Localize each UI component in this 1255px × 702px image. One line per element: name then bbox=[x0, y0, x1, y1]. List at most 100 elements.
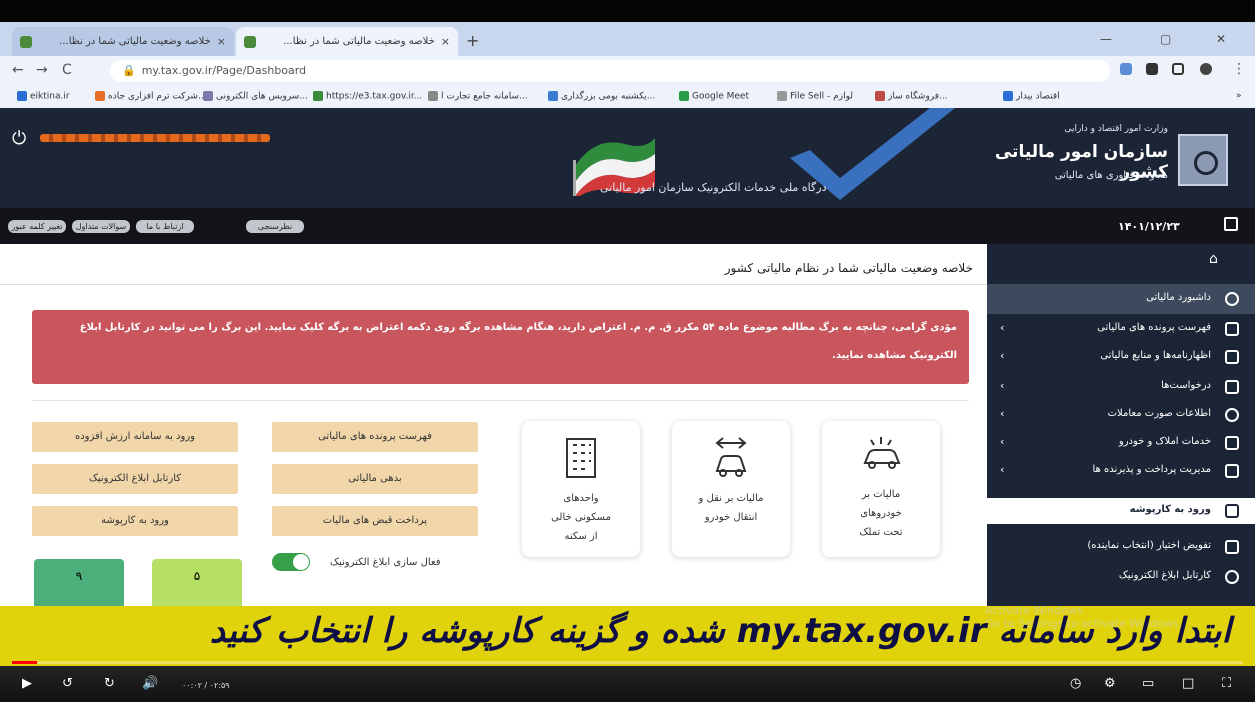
fullscreen-icon[interactable]: ⛶ bbox=[1222, 676, 1231, 691]
faq-button[interactable]: سوالات متداول bbox=[72, 220, 130, 233]
sidebar-item-transactions[interactable]: اطلاعات صورت معاملات ‹ bbox=[987, 400, 1255, 430]
sidebar-item-dashboard[interactable]: داشبورد مالیاتی bbox=[987, 284, 1255, 314]
pay-tax-bills-button[interactable]: پرداخت قبض های مالیات bbox=[272, 506, 478, 536]
site-header: ⏻ درگاه ملی خدمات الکترونیک سازمان امور … bbox=[0, 108, 1255, 208]
sidebar-item-label: فهرست پرونده های مالیاتی bbox=[1097, 322, 1211, 333]
bookmarks-overflow-icon[interactable]: » bbox=[1236, 91, 1242, 101]
sidebar-item-label: داشبورد مالیاتی bbox=[1146, 292, 1211, 303]
rewind-icon[interactable]: ↺ bbox=[62, 676, 73, 691]
sidebar-item-requests[interactable]: درخواست‌ها ‹ bbox=[987, 372, 1255, 402]
stat-box[interactable]: ۵ bbox=[152, 559, 242, 609]
bookmark-item[interactable]: اقتصاد بیدار bbox=[1000, 91, 1060, 102]
car-ownership-icon bbox=[863, 437, 901, 469]
tax-files-list-button[interactable]: فهرست پرونده های مالیاتی bbox=[272, 422, 478, 452]
playback-time: ۰۰:۰۲ / ۰۲:۵۹ bbox=[182, 681, 230, 690]
new-tab-button[interactable]: + bbox=[466, 31, 479, 50]
building-icon bbox=[566, 438, 596, 478]
back-icon[interactable]: ← bbox=[12, 62, 24, 78]
reload-icon[interactable]: C bbox=[62, 62, 72, 78]
sidebar-item-kartpooshe[interactable]: ورود به کارپوشه bbox=[987, 498, 1255, 524]
badge-icon bbox=[1225, 408, 1239, 422]
tab-favicon-icon bbox=[20, 35, 32, 48]
sidebar-item-label: مدیریت پرداخت و پذیرنده ها bbox=[1092, 464, 1211, 475]
card-label-line: مالیات بر نقل و bbox=[698, 493, 764, 504]
bookmark-item[interactable]: شرکت ترم افزاری جاده... bbox=[92, 91, 207, 102]
stat-box[interactable]: ۹ bbox=[34, 559, 124, 609]
contact-us-button[interactable]: ارتباط با ما bbox=[136, 220, 194, 233]
card-label-line: مالیات بر bbox=[861, 489, 901, 500]
profile-avatar[interactable] bbox=[1200, 63, 1212, 75]
chevron-left-icon: ‹ bbox=[1000, 349, 1005, 362]
card-label-line: واحدهای bbox=[563, 493, 599, 504]
enter-kartpooshe-button[interactable]: ورود به کارپوشه bbox=[32, 506, 238, 536]
settings-icon[interactable]: ⚙ bbox=[1104, 676, 1116, 691]
alert-message: مؤدی گرامی، چنانچه به برگ مطالبه موضوع م… bbox=[32, 310, 969, 384]
sidebar-item-declarations[interactable]: اظهارنامه‌ها و منابع مالیاتی ‹ bbox=[987, 342, 1255, 372]
video-progress-bar[interactable] bbox=[12, 661, 1243, 664]
page-title: خلاصه وضعیت مالیاتی شما در نظام مالیاتی … bbox=[724, 261, 973, 275]
volume-icon[interactable]: 🔊 bbox=[142, 676, 158, 691]
survey-button[interactable]: نظرسنجی bbox=[246, 220, 304, 233]
speed-icon[interactable]: ◷ bbox=[1070, 676, 1081, 691]
sidebar-item-label: اطلاعات صورت معاملات bbox=[1107, 408, 1211, 419]
address-bar[interactable]: 🔒 my.tax.gov.ir/Page/Dashboard bbox=[110, 60, 1110, 82]
chevron-left-icon: ‹ bbox=[1000, 321, 1005, 334]
card-label-line: خودروهای bbox=[860, 508, 902, 519]
tab-close-icon[interactable]: × bbox=[217, 35, 226, 48]
ministry-name: وزارت امور اقتصاد و دارایی bbox=[1064, 124, 1168, 134]
card-label-line: انتقال خودرو bbox=[704, 512, 758, 523]
forward-icon[interactable]: → bbox=[36, 62, 48, 78]
e-notice-toggle[interactable] bbox=[272, 553, 310, 571]
card-label-line: تحت تملک bbox=[859, 527, 903, 538]
vat-system-button[interactable]: ورود به سامانه ارزش افزوده bbox=[32, 422, 238, 452]
play-icon[interactable]: ▶ bbox=[22, 676, 32, 691]
card-vacant-units[interactable]: واحدهای مسکونی خالی از سکنه bbox=[522, 421, 640, 557]
notice-icon bbox=[1225, 570, 1239, 584]
top-nav-strip: تغییر کلمه عبور سوالات متداول ارتباط با … bbox=[0, 208, 1255, 244]
sidebar-item-label: اظهارنامه‌ها و منابع مالیاتی bbox=[1100, 350, 1211, 361]
sidebar-item-tax-files[interactable]: فهرست پرونده های مالیاتی ‹ bbox=[987, 314, 1255, 344]
calendar-icon bbox=[1224, 217, 1238, 231]
tax-debt-button[interactable]: بدهی مالیاتی bbox=[272, 464, 478, 494]
sidebar-item-property-vehicle[interactable]: خدمات املاک و خودرو ‹ bbox=[987, 428, 1255, 458]
screen-frame: خلاصه وضعیت مالیاتی شما در نظا... × خلاص… bbox=[0, 0, 1255, 702]
bookmark-item[interactable]: سامانه جامع تجارت ا... bbox=[425, 91, 528, 102]
bookmark-item[interactable]: https://e3.tax.gov.ir... bbox=[310, 91, 422, 102]
card-vehicle-transfer-tax[interactable]: مالیات بر نقل و انتقال خودرو bbox=[672, 421, 790, 557]
e-notice-inbox-button[interactable]: کارتابل ابلاغ الکترونیک bbox=[32, 464, 238, 494]
tab-title: خلاصه وضعیت مالیاتی شما در نظا... bbox=[59, 36, 211, 47]
sidebar-item-label: خدمات املاک و خودرو bbox=[1118, 436, 1211, 447]
browser-tab-1[interactable]: خلاصه وضعیت مالیاتی شما در نظا... × bbox=[12, 27, 234, 56]
home-icon[interactable]: ⌂ bbox=[1209, 251, 1218, 267]
section-divider bbox=[32, 400, 969, 401]
minimize-button[interactable]: — bbox=[1100, 32, 1112, 46]
card-label-line: مسکونی خالی bbox=[551, 512, 611, 523]
maximize-button[interactable]: ▢ bbox=[1160, 32, 1171, 46]
close-window-button[interactable]: ✕ bbox=[1216, 32, 1226, 46]
miniplayer-icon[interactable]: ▭ bbox=[1142, 676, 1154, 691]
sidepanel-icon[interactable] bbox=[1172, 63, 1184, 75]
document-icon bbox=[1225, 350, 1239, 364]
sidebar-item-label: ورود به کارپوشه bbox=[1129, 504, 1211, 515]
bookmark-item[interactable]: Google Meet bbox=[676, 91, 749, 102]
tab-close-icon[interactable]: × bbox=[441, 35, 450, 48]
extension-icon[interactable] bbox=[1120, 63, 1132, 75]
theater-mode-icon[interactable]: □ bbox=[1182, 676, 1194, 691]
bookmark-item[interactable]: فروشگاه ساز... bbox=[872, 91, 948, 102]
card-vehicle-tax[interactable]: مالیات بر خودروهای تحت تملک bbox=[822, 421, 940, 557]
title-divider bbox=[0, 284, 987, 285]
sidebar-item-payments[interactable]: مدیریت پرداخت و پذیرنده ها ‹ bbox=[987, 456, 1255, 486]
bookmark-item[interactable]: eiktina.ir bbox=[14, 91, 70, 102]
sidebar-item-delegation[interactable]: تفویض اختیار (انتخاب نماینده) bbox=[987, 532, 1255, 562]
change-password-button[interactable]: تغییر کلمه عبور bbox=[8, 220, 66, 233]
sidebar-item-e-notice[interactable]: کارتابل ابلاغ الکترونیک bbox=[987, 562, 1255, 592]
power-icon[interactable]: ⏻ bbox=[12, 128, 26, 149]
browser-tab-2[interactable]: خلاصه وضعیت مالیاتی شما در نظا... × bbox=[236, 27, 458, 56]
bookmark-item[interactable]: یکشنبه بومی بزرگداری... bbox=[545, 91, 655, 102]
bookmark-item[interactable]: سرویس های الکترونی... bbox=[200, 91, 308, 102]
fast-forward-icon[interactable]: ↻ bbox=[104, 676, 115, 691]
sidebar-item-label: درخواست‌ها bbox=[1161, 380, 1211, 391]
pin-icon[interactable] bbox=[1146, 63, 1158, 75]
bookmark-item[interactable]: File Sell - لوازم bbox=[774, 91, 853, 102]
browser-menu-icon[interactable]: ⋮ bbox=[1232, 61, 1246, 77]
